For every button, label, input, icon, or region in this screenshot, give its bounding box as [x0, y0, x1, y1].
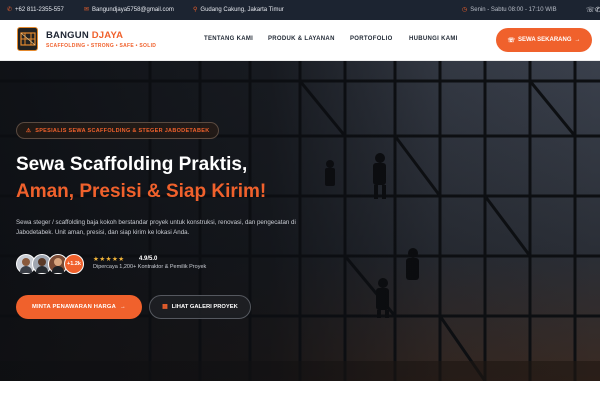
view-gallery-label: LIHAT GALERI PROYEK: [171, 304, 238, 310]
nav-tentang-kami[interactable]: TENTANG KAMI: [204, 36, 253, 42]
top-info-bar: ✆ +62 811-2355-557 ✉ Bangundjaya5758@gma…: [0, 0, 600, 20]
specialist-badge-text: SPESIALIS SEWA SCAFFOLDING & STEGER JABO…: [35, 127, 210, 134]
location-pin-icon: ⚲: [193, 7, 198, 13]
request-quote-label: MINTA PENAWARAN HARGA: [31, 304, 117, 310]
rating-value: 4.9/5.0: [139, 256, 158, 262]
hero-headline-line2: Aman, Presisi & Siap Kirim!: [16, 181, 267, 202]
phone-icon[interactable]: ✆: [595, 6, 600, 14]
topbar-phone-text: +62 811-2355-557: [15, 7, 64, 13]
whatsapp-icon: ☏: [507, 37, 516, 44]
cta-label: SEWA SEKARANG: [518, 37, 572, 43]
topbar-email[interactable]: ✉ Bangundjaya5758@gmail.com: [84, 0, 174, 20]
nav-produk-layanan[interactable]: PRODUK & LAYANAN: [268, 36, 335, 42]
request-quote-button[interactable]: MINTA PENAWARAN HARGA →: [16, 295, 142, 319]
trust-text: Dipercaya 1,200+ Kontraktor & Pemilik Pr…: [93, 264, 207, 270]
topbar-email-text: Bangundjaya5758@gmail.com: [92, 7, 174, 13]
nav-hubungi-kami[interactable]: HUBUNGI KAMI: [409, 36, 458, 42]
brand-name[interactable]: BANGUN DJAYA: [46, 30, 123, 41]
gallery-icon: ▦: [162, 304, 168, 310]
logo-icon[interactable]: [17, 27, 38, 51]
specialist-badge: ⚠ SPESIALIS SEWA SCAFFOLDING & STEGER JA…: [16, 122, 220, 139]
arrow-right-icon: →: [574, 37, 581, 43]
brand-main: BANGUN: [46, 30, 89, 41]
phone-icon: ✆: [7, 7, 13, 13]
view-gallery-button[interactable]: ▦ LIHAT GALERI PROYEK: [149, 295, 251, 319]
topbar-phone[interactable]: ✆ +62 811-2355-557: [7, 0, 64, 20]
rating-stars-icon: ★★★★★: [93, 256, 125, 263]
customer-avatars: +1.2k: [16, 254, 86, 274]
warning-icon: ⚠: [26, 127, 32, 134]
next-section-edge: [0, 381, 600, 400]
whatsapp-icon[interactable]: ☏: [586, 6, 595, 14]
clock-icon: ◷: [462, 7, 468, 13]
topbar-hours: ◷ Senin - Sabtu 08:00 - 17:10 WIB: [462, 0, 557, 20]
nav-portofolio[interactable]: PORTOFOLIO: [350, 36, 393, 42]
arrow-right-icon: →: [120, 304, 127, 310]
customer-count-badge: +1.2k: [64, 254, 84, 274]
hero-section: ⚠ SPESIALIS SEWA SCAFFOLDING & STEGER JA…: [0, 61, 600, 381]
topbar-hours-text: Senin - Sabtu 08:00 - 17:10 WIB: [470, 7, 557, 13]
hero-headline-line1: Sewa Scaffolding Praktis,: [16, 154, 248, 175]
topbar-address-text: Gudang Cakung, Jakarta Timur: [200, 7, 284, 13]
brand-tagline: SCAFFOLDING • STRONG • SAFE • SOLID: [46, 43, 157, 49]
sewa-sekarang-button[interactable]: ☏ SEWA SEKARANG →: [496, 28, 592, 52]
topbar-address: ⚲ Gudang Cakung, Jakarta Timur: [193, 0, 284, 20]
mail-icon: ✉: [84, 7, 90, 13]
brand-accent: DJAYA: [91, 30, 124, 41]
hero-description: Sewa steger / scaffolding baja kokoh ber…: [16, 219, 296, 236]
